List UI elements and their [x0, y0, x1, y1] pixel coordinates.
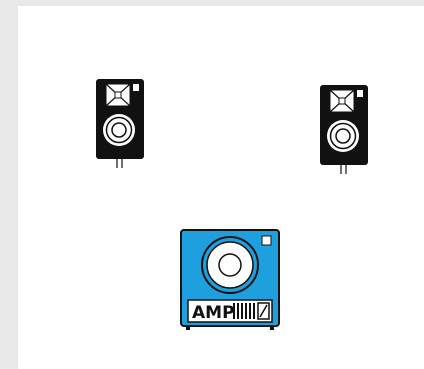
- left-frame-strip: [0, 0, 18, 369]
- speaker-icon: [96, 79, 144, 168]
- amplifier-icon: AMP: [180, 229, 280, 330]
- speaker-right[interactable]: [319, 84, 369, 176]
- amp-label-text: AMP: [192, 303, 235, 323]
- canvas-area[interactable]: AMP: [18, 6, 424, 369]
- amplifier[interactable]: AMP: [180, 229, 280, 335]
- speaker-icon: [320, 85, 368, 174]
- speaker-left[interactable]: [95, 78, 145, 170]
